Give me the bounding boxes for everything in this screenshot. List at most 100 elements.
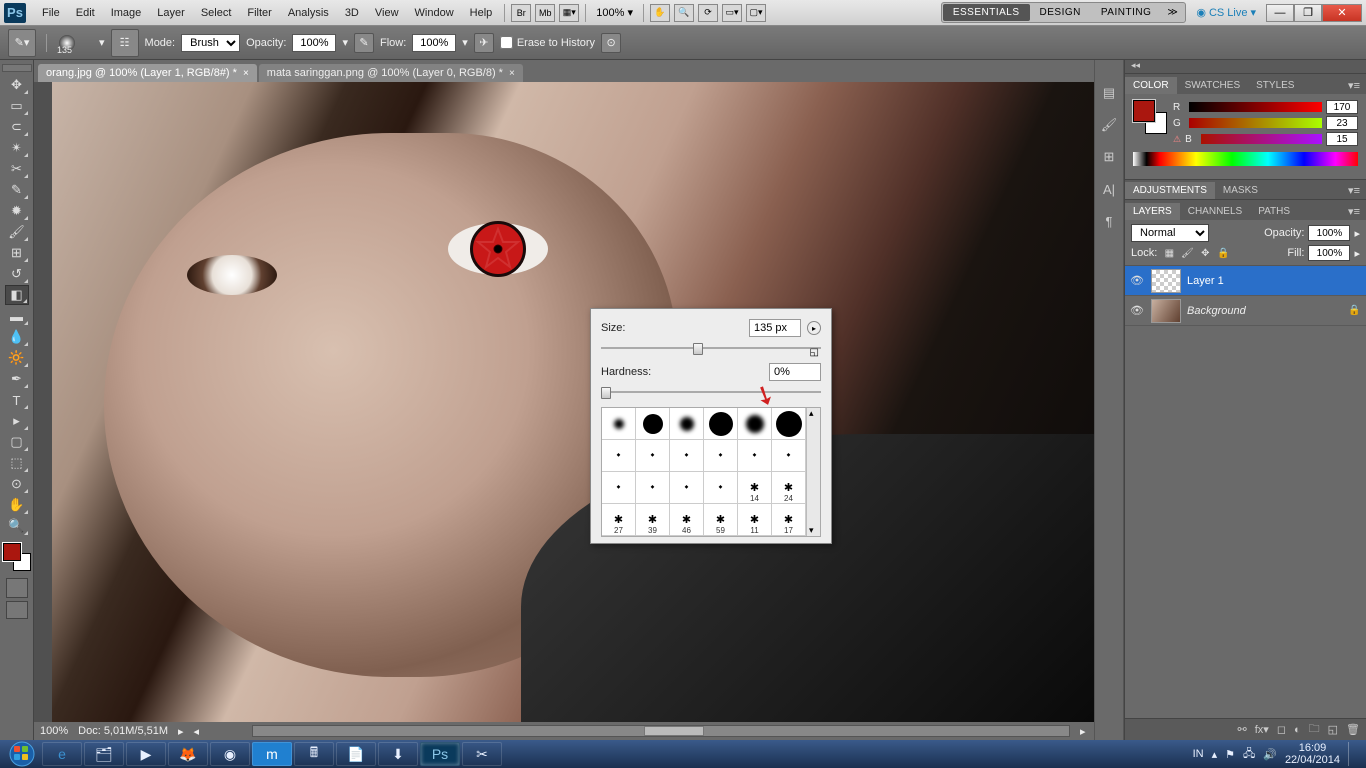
brush-preset[interactable]: [704, 408, 738, 440]
lock-transparency-icon[interactable]: ▦: [1161, 246, 1177, 260]
3d-camera-tool[interactable]: ⊙: [5, 474, 29, 494]
layer-row[interactable]: 👁 Layer 1: [1125, 266, 1366, 296]
marquee-tool[interactable]: ▭: [5, 96, 29, 116]
tab-paths[interactable]: PATHS: [1250, 203, 1298, 220]
history-panel-icon[interactable]: ▤: [1099, 84, 1119, 102]
healing-brush-tool[interactable]: ✹: [5, 201, 29, 221]
tab-layers[interactable]: LAYERS: [1125, 203, 1180, 220]
visibility-toggle-icon[interactable]: 👁: [1129, 303, 1145, 319]
collapse-panels-icon[interactable]: ◂◂: [1125, 60, 1366, 74]
brush-preset[interactable]: [602, 408, 636, 440]
zoom-tool[interactable]: 🔍: [5, 516, 29, 536]
menu-help[interactable]: Help: [462, 4, 501, 22]
brush-preset[interactable]: ⬩: [670, 472, 704, 504]
layer-style-icon[interactable]: fx▾: [1255, 723, 1269, 736]
brush-tool[interactable]: 🖌: [5, 222, 29, 242]
view-extras-icon[interactable]: ▦▾: [559, 4, 579, 22]
color-swatches[interactable]: [3, 543, 31, 571]
panel-menu-icon[interactable]: ▾≡: [1342, 182, 1366, 199]
brush-preset[interactable]: ⬩: [704, 472, 738, 504]
menu-file[interactable]: File: [34, 4, 68, 22]
layer-group-icon[interactable]: 🗀: [1309, 720, 1320, 739]
color-spectrum[interactable]: [1133, 152, 1358, 166]
screen-mode-icon[interactable]: ▢▾: [746, 4, 766, 22]
tray-language[interactable]: IN: [1193, 748, 1204, 760]
path-select-tool[interactable]: ▸: [5, 411, 29, 431]
zoom-level[interactable]: 100% ▾: [596, 6, 633, 19]
tab-masks[interactable]: MASKS: [1215, 182, 1266, 199]
tray-volume-icon[interactable]: 🔊: [1263, 748, 1277, 761]
airbrush-icon[interactable]: ✈: [474, 33, 494, 53]
tab-close-icon[interactable]: ×: [509, 68, 515, 79]
b-slider[interactable]: [1201, 134, 1322, 144]
adjustment-layer-icon[interactable]: ◐: [1294, 724, 1301, 736]
layer-name[interactable]: Background: [1187, 305, 1342, 317]
workspace-painting[interactable]: PAINTING: [1091, 4, 1161, 21]
brush-preset[interactable]: ⬩: [636, 472, 670, 504]
brush-preset[interactable]: [670, 408, 704, 440]
layer-opacity-input[interactable]: [1308, 225, 1350, 241]
brush-preset[interactable]: ✱39: [636, 504, 670, 536]
tab-swatches[interactable]: SWATCHES: [1177, 77, 1249, 94]
eyedropper-tool[interactable]: ✎: [5, 180, 29, 200]
lock-position-icon[interactable]: ✥: [1197, 246, 1213, 260]
horizontal-scrollbar[interactable]: [252, 725, 1070, 737]
lock-pixels-icon[interactable]: 🖌: [1179, 246, 1195, 260]
gamut-warning-icon[interactable]: ⚠: [1173, 134, 1181, 145]
status-doc-size[interactable]: Doc: 5,01M/5,51M: [78, 725, 168, 737]
menu-select[interactable]: Select: [193, 4, 240, 22]
menu-image[interactable]: Image: [103, 4, 150, 22]
close-button[interactable]: ✕: [1322, 4, 1362, 22]
layer-thumbnail[interactable]: [1151, 269, 1181, 293]
taskbar-chrome-icon[interactable]: ◉: [210, 742, 250, 766]
brush-preset[interactable]: [636, 408, 670, 440]
taskbar-photoshop-icon[interactable]: Ps: [420, 742, 460, 766]
flyout-menu-icon[interactable]: ▸: [807, 321, 821, 335]
clone-stamp-tool[interactable]: ⊞: [5, 243, 29, 263]
layer-mask-icon[interactable]: ◻: [1277, 723, 1286, 736]
workspace-more-icon[interactable]: ≫: [1161, 4, 1184, 21]
dodge-tool[interactable]: 🔆: [5, 348, 29, 368]
b-input[interactable]: [1326, 132, 1358, 146]
brush-preset[interactable]: ⬩: [636, 440, 670, 472]
taskbar-snipping-icon[interactable]: ✂: [462, 742, 502, 766]
foreground-color-swatch[interactable]: [3, 543, 21, 561]
taskbar-notepad-icon[interactable]: 📄: [336, 742, 376, 766]
panel-menu-icon[interactable]: ▾≡: [1342, 77, 1366, 94]
g-input[interactable]: [1326, 116, 1358, 130]
opacity-input[interactable]: [292, 34, 336, 52]
rotate-view-icon[interactable]: ⟳: [698, 4, 718, 22]
cs-live-button[interactable]: ◉CS Live ▾: [1196, 6, 1256, 19]
minibridge-icon[interactable]: Mb: [535, 4, 555, 22]
taskbar-mediaplayer-icon[interactable]: ▶: [126, 742, 166, 766]
layer-thumbnail[interactable]: [1151, 299, 1181, 323]
menu-filter[interactable]: Filter: [239, 4, 279, 22]
brush-preset[interactable]: ✱11: [738, 504, 772, 536]
tab-styles[interactable]: STYLES: [1248, 77, 1302, 94]
blend-mode-select[interactable]: Normal: [1131, 224, 1209, 242]
lock-all-icon[interactable]: 🔒: [1215, 246, 1231, 260]
tab-adjustments[interactable]: ADJUSTMENTS: [1125, 182, 1215, 199]
character-panel-icon[interactable]: A|: [1099, 180, 1119, 198]
maximize-button[interactable]: ❐: [1294, 4, 1322, 22]
workspace-essentials[interactable]: ESSENTIALS: [943, 4, 1030, 21]
bridge-icon[interactable]: Br: [511, 4, 531, 22]
visibility-toggle-icon[interactable]: 👁: [1129, 273, 1145, 289]
menu-layer[interactable]: Layer: [149, 4, 193, 22]
taskbar-maxthon-icon[interactable]: m: [252, 742, 292, 766]
quick-mask-button[interactable]: [6, 578, 28, 598]
tablet-size-icon[interactable]: ⊙: [601, 33, 621, 53]
taskbar-idm-icon[interactable]: ⬇: [378, 742, 418, 766]
blur-tool[interactable]: 💧: [5, 327, 29, 347]
arrange-documents-icon[interactable]: ▭▾: [722, 4, 742, 22]
gradient-tool[interactable]: ▬: [5, 306, 29, 326]
tray-flag-icon[interactable]: ⚑: [1225, 748, 1235, 761]
layer-name[interactable]: Layer 1: [1187, 275, 1362, 287]
status-zoom[interactable]: 100%: [40, 725, 68, 737]
taskbar-firefox-icon[interactable]: 🦊: [168, 742, 208, 766]
clone-source-panel-icon[interactable]: ⊞: [1099, 148, 1119, 166]
brush-hardness-input[interactable]: [769, 363, 821, 381]
menu-edit[interactable]: Edit: [68, 4, 103, 22]
shape-tool[interactable]: ▢: [5, 432, 29, 452]
tablet-opacity-icon[interactable]: ✎: [354, 33, 374, 53]
